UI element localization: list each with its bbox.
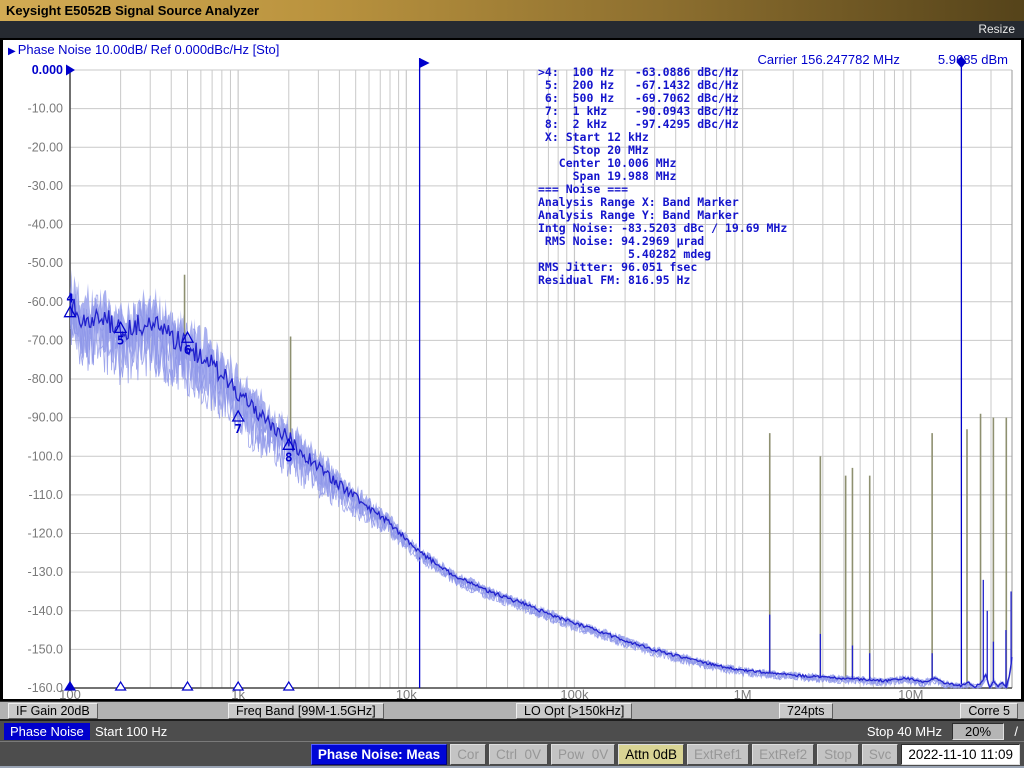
datetime-display: 2022-11-10 11:09 <box>901 744 1020 765</box>
if-gain-button[interactable]: IF Gain 20dB <box>8 703 98 719</box>
carrier-frequency: Carrier 156.247782 MHz <box>758 52 900 67</box>
svg-text:-100.0: -100.0 <box>28 449 63 463</box>
attn-button[interactable]: Attn 0dB <box>618 744 684 765</box>
svg-text:-150.0: -150.0 <box>28 642 63 656</box>
svg-text:100k: 100k <box>560 687 589 701</box>
svg-text:10k: 10k <box>396 687 417 701</box>
svg-text:-50.00: -50.00 <box>28 256 63 270</box>
extref1-button[interactable]: ExtRef1 <box>687 744 749 765</box>
svg-text:-20.00: -20.00 <box>28 140 63 154</box>
ctrl-button[interactable]: Ctrl 0V <box>489 744 548 765</box>
svg-text:10M: 10M <box>898 687 923 701</box>
carrier-power: 5.9685 dBm <box>938 52 1008 67</box>
svg-text:-70.00: -70.00 <box>28 333 63 347</box>
sweep-stop-label: Stop 40 MHz <box>867 724 942 739</box>
trace-scale-label: Phase Noise 10.00dB/ Ref 0.000dBc/Hz [St… <box>18 42 280 57</box>
window-title-bar[interactable]: Keysight E5052B Signal Source Analyzer <box>0 0 1024 21</box>
svg-text:-90.00: -90.00 <box>28 411 63 425</box>
svg-text:-60.00: -60.00 <box>28 295 63 309</box>
svc-button[interactable]: Svc <box>862 744 899 765</box>
svg-text:4: 4 <box>66 291 74 306</box>
cor-button[interactable]: Cor <box>450 744 486 765</box>
svg-text:1M: 1M <box>734 687 752 701</box>
points-button[interactable]: 724pts <box>779 703 833 719</box>
svg-text:-80.00: -80.00 <box>28 372 63 386</box>
busy-spinner-icon: / <box>1014 724 1018 739</box>
trace-arrow-icon: ▶ <box>8 46 16 57</box>
sweep-progress: 20% <box>952 723 1004 740</box>
svg-text:8: 8 <box>285 449 293 464</box>
carrier-readout: Carrier 156.247782 MHz 5.9685 dBm <box>758 52 1008 67</box>
correlation-button[interactable]: Corre 5 <box>960 703 1018 719</box>
svg-text:-30.00: -30.00 <box>28 179 63 193</box>
freq-band-button[interactable]: Freq Band [99M-1.5GHz] <box>228 703 384 719</box>
meas-status-button[interactable]: Phase Noise: Meas <box>311 744 447 765</box>
svg-text:-120.0: -120.0 <box>28 527 63 541</box>
sweep-bar: Phase Noise Start 100 Hz Stop 40 MHz 20%… <box>0 719 1024 741</box>
svg-text:-130.0: -130.0 <box>28 565 63 579</box>
svg-text:-160.0: -160.0 <box>28 681 63 695</box>
svg-text:6: 6 <box>184 342 192 357</box>
stop-button[interactable]: Stop <box>817 744 859 765</box>
svg-text:5: 5 <box>117 332 125 347</box>
window-title: Keysight E5052B Signal Source Analyzer <box>6 3 259 18</box>
phase-noise-chart[interactable]: 0.000 -10.00 -20.00 -30.00 -40.00 -50.00 -60.0… <box>0 38 1024 701</box>
lo-opt-button[interactable]: LO Opt [>150kHz] <box>516 703 632 719</box>
svg-text:-40.00: -40.00 <box>28 218 63 232</box>
svg-text:-140.0: -140.0 <box>28 604 63 618</box>
pow-button[interactable]: Pow 0V <box>551 744 615 765</box>
menu-bar: Resize <box>0 21 1024 38</box>
status-buttons-row: Phase Noise: Meas Cor Ctrl 0V Pow 0V Att… <box>311 744 1020 765</box>
marker-readout: >4: 100 Hz -63.0886 dBc/Hz 5: 200 Hz -67… <box>538 66 787 287</box>
svg-text:7: 7 <box>234 421 242 436</box>
resize-button[interactable]: Resize <box>978 22 1015 36</box>
status-bar: Phase Noise: Meas Cor Ctrl 0V Pow 0V Att… <box>0 741 1024 766</box>
svg-text:-10.00: -10.00 <box>28 102 63 116</box>
measurement-toolbar: IF Gain 20dB Freq Band [99M-1.5GHz] LO O… <box>0 701 1024 719</box>
sweep-start-label: Start 100 Hz <box>95 724 167 739</box>
svg-text:0.000: 0.000 <box>32 63 63 77</box>
trace-header[interactable]: ▶Phase Noise 10.00dB/ Ref 0.000dBc/Hz [S… <box>8 42 279 57</box>
instrument-screen: Keysight E5052B Signal Source Analyzer R… <box>0 0 1024 768</box>
extref2-button[interactable]: ExtRef2 <box>752 744 814 765</box>
active-mode-chip[interactable]: Phase Noise <box>4 723 90 740</box>
svg-text:-110.0: -110.0 <box>28 488 63 502</box>
